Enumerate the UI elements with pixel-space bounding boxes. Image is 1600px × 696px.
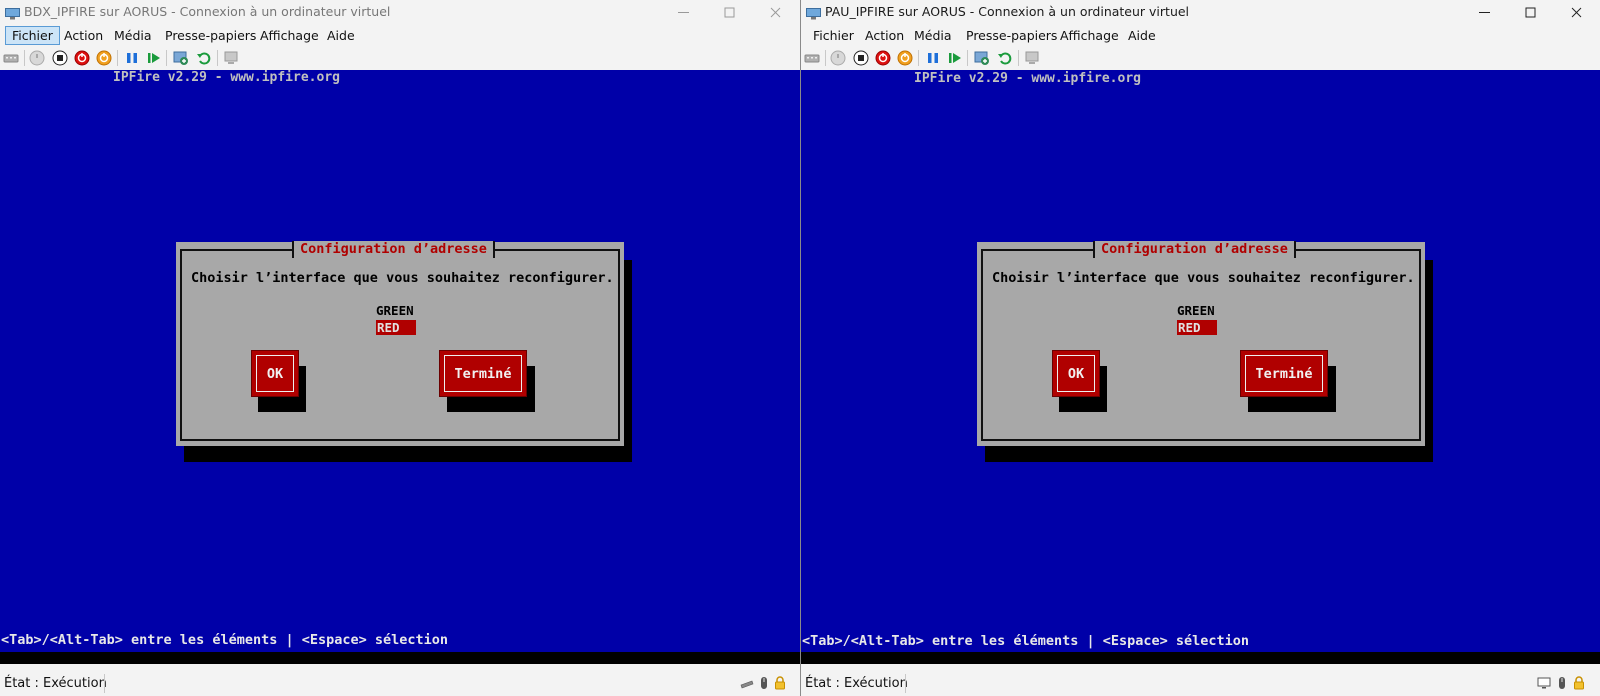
ctrl-alt-del-icon[interactable] [3,50,19,66]
status-separator [104,674,105,693]
vm-console[interactable]: IPFire v2.29 - www.ipfire.org Configurat… [801,70,1600,664]
done-button[interactable]: Terminé [439,350,527,397]
resume-icon[interactable] [947,50,963,66]
dialog-message: Choisir l’interface que vous souhaitez r… [992,270,1415,286]
close-button[interactable] [752,0,798,24]
vm-console[interactable]: IPFire v2.29 - www.ipfire.org Configurat… [0,70,800,664]
menu-media[interactable]: Média [908,26,958,45]
menu-presse-papiers[interactable]: Presse-papiers [960,26,1063,45]
address-config-dialog: Configuration d’adresse Choisir l’interf… [977,241,1425,446]
menu-presse-papiers[interactable]: Presse-papiers [159,26,262,45]
checkpoint-icon[interactable] [173,50,189,66]
dialog-title: Configuration d’adresse [1093,241,1296,258]
console-footer-hint: <Tab>/<Alt-Tab> entre les éléments | <Es… [802,633,1250,649]
done-button-label: Terminé [1255,365,1313,382]
menu-action[interactable]: Action [859,26,910,45]
option-green[interactable]: GREEN [1177,303,1215,318]
turn-off-icon[interactable] [853,50,869,66]
maximize-button[interactable] [1507,0,1553,24]
menu-fichier[interactable]: Fichier [5,26,60,45]
pause-icon[interactable] [925,50,941,66]
done-button-label: Terminé [454,365,512,382]
menu-media[interactable]: Média [108,26,158,45]
console-footer-hint: <Tab>/<Alt-Tab> entre les éléments | <Es… [1,632,449,648]
ctrl-alt-del-icon[interactable] [804,50,820,66]
ok-button[interactable]: OK [251,350,299,397]
status-bar: État : Exécution [801,671,1600,696]
done-button[interactable]: Terminé [1240,350,1328,397]
revert-icon[interactable] [997,50,1013,66]
toolbar-separator [217,50,218,66]
lock-icon [773,676,787,690]
save-state-icon[interactable] [96,50,112,66]
title-bar[interactable]: BDX_IPFIRE sur AORUS - Connexion à un or… [0,0,800,24]
toolbar-separator [166,50,167,66]
toolbar-separator [825,50,826,66]
turn-off-icon[interactable] [52,50,68,66]
monitor-icon [1537,676,1551,690]
console-bottom-strip [801,652,1600,664]
menu-bar: Fichier Action Média Presse-papiers Affi… [0,24,800,46]
dialog-message: Choisir l’interface que vous souhaitez r… [191,270,614,286]
vm-window-bdx: BDX_IPFIRE sur AORUS - Connexion à un or… [0,0,800,696]
toolbar-separator [117,50,118,66]
ok-button-label: OK [266,365,284,382]
enhanced-session-icon[interactable] [1024,50,1040,66]
lock-icon [1572,676,1586,690]
console-header: IPFire v2.29 - www.ipfire.org [914,71,1141,86]
console-bottom-strip [0,652,800,664]
ok-button-label: OK [1067,365,1085,382]
start-icon[interactable] [830,50,846,66]
resume-icon[interactable] [146,50,162,66]
window-title: BDX_IPFIRE sur AORUS - Connexion à un or… [24,4,391,19]
status-text: État : Exécution [4,676,107,691]
vm-connect-icon [806,5,821,20]
menu-aide[interactable]: Aide [1122,26,1162,45]
minimize-button[interactable] [660,0,706,24]
enhanced-session-icon[interactable] [223,50,239,66]
revert-icon[interactable] [196,50,212,66]
mouse-icon [757,676,771,690]
toolbar-separator [967,50,968,66]
console-header: IPFire v2.29 - www.ipfire.org [113,70,340,85]
start-icon[interactable] [29,50,45,66]
toolbar-separator [918,50,919,66]
menu-bar: Fichier Action Média Presse-papiers Affi… [801,24,1600,46]
checkpoint-icon[interactable] [974,50,990,66]
toolbar [801,46,1600,70]
keyboard-icon [740,676,754,690]
toolbar [0,46,800,70]
status-separator [905,674,906,693]
save-state-icon[interactable] [897,50,913,66]
vm-window-pau: PAU_IPFIRE sur AORUS - Connexion à un or… [801,0,1600,696]
dialog-title: Configuration d’adresse [292,241,495,258]
vm-connect-icon [5,5,20,20]
option-red-selected[interactable]: RED [376,320,416,335]
status-text: État : Exécution [805,676,908,691]
window-title: PAU_IPFIRE sur AORUS - Connexion à un or… [825,4,1190,19]
toolbar-separator [1018,50,1019,66]
status-bar: État : Exécution [0,671,800,696]
option-green[interactable]: GREEN [376,303,414,318]
menu-fichier[interactable]: Fichier [807,26,860,45]
menu-affichage[interactable]: Affichage [1054,26,1125,45]
title-bar[interactable]: PAU_IPFIRE sur AORUS - Connexion à un or… [801,0,1600,24]
menu-aide[interactable]: Aide [321,26,361,45]
menu-affichage[interactable]: Affichage [254,26,325,45]
mouse-icon [1555,676,1569,690]
toolbar-separator [24,50,25,66]
minimize-button[interactable] [1461,0,1507,24]
shut-down-icon[interactable] [875,50,891,66]
shut-down-icon[interactable] [74,50,90,66]
pause-icon[interactable] [124,50,140,66]
menu-action[interactable]: Action [58,26,109,45]
ok-button[interactable]: OK [1052,350,1100,397]
maximize-button[interactable] [706,0,752,24]
close-button[interactable] [1553,0,1599,24]
address-config-dialog: Configuration d’adresse Choisir l’interf… [176,241,624,446]
option-red-selected[interactable]: RED [1177,320,1217,335]
